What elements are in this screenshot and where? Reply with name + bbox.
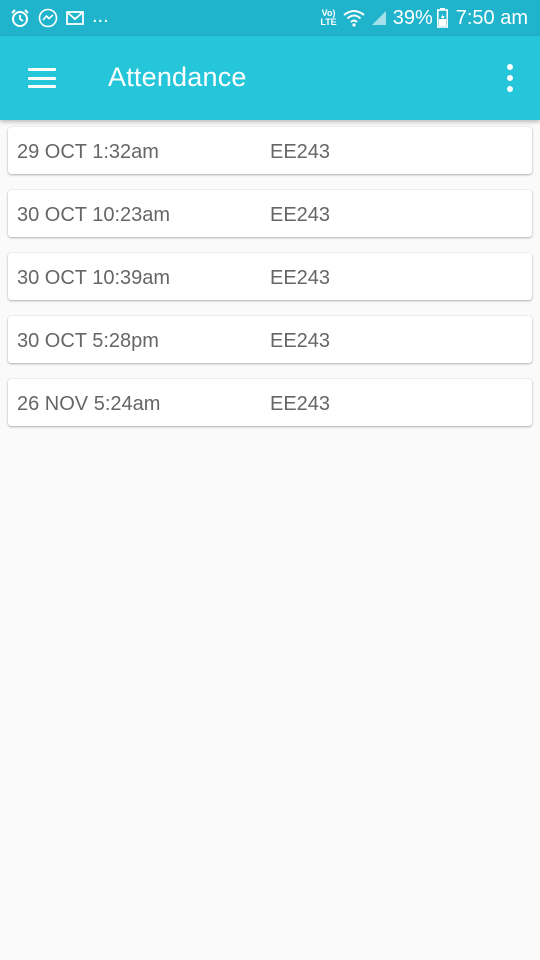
alarm-icon [10,8,30,28]
app-bar: Attendance [0,36,540,120]
record-course: EE243 [270,393,331,415]
battery-icon [436,8,448,28]
messenger-icon [38,8,58,28]
record-course: EE243 [270,204,331,226]
record-time: 26 NOV 5:24am [17,393,161,415]
record-course: EE243 [270,141,331,163]
hamburger-menu-icon[interactable] [28,68,56,88]
clock-time: 7:50 am [455,6,528,29]
attendance-record[interactable]: 30 OCT 10:23am EE243 [8,190,532,237]
record-time: 30 OCT 10:23am [17,204,171,226]
status-bar-right: Vo) LTE 39% 7:50 am [320,7,528,30]
attendance-record[interactable]: 26 NOV 5:24am EE243 [8,379,532,426]
record-course: EE243 [270,330,331,352]
attendance-record[interactable]: 29 OCT 1:32am EE243 [8,127,532,174]
gmail-icon [66,10,84,26]
record-time: 29 OCT 1:32am [17,141,159,163]
page-title: Attendance [108,62,247,92]
record-time: 30 OCT 10:39am [17,267,171,289]
signal-icon [371,10,387,26]
volte-icon: Vo) LTE [320,9,336,27]
lte-label: LTE [320,17,337,27]
attendance-record[interactable]: 30 OCT 5:28pm EE243 [8,316,532,363]
status-bar-left: ... [10,5,109,28]
battery-percent: 39% [392,6,433,29]
more-notifications-indicator: ... [92,5,109,27]
record-time: 30 OCT 5:28pm [17,330,159,352]
status-bar: ... Vo) LTE 39% 7:50 am [0,0,540,36]
record-course: EE243 [270,267,331,289]
attendance-list: 29 OCT 1:32am EE243 30 OCT 10:23am EE243… [8,127,532,442]
wifi-icon [343,9,365,27]
attendance-record[interactable]: 30 OCT 10:39am EE243 [8,253,532,300]
more-vert-icon[interactable] [502,64,518,92]
